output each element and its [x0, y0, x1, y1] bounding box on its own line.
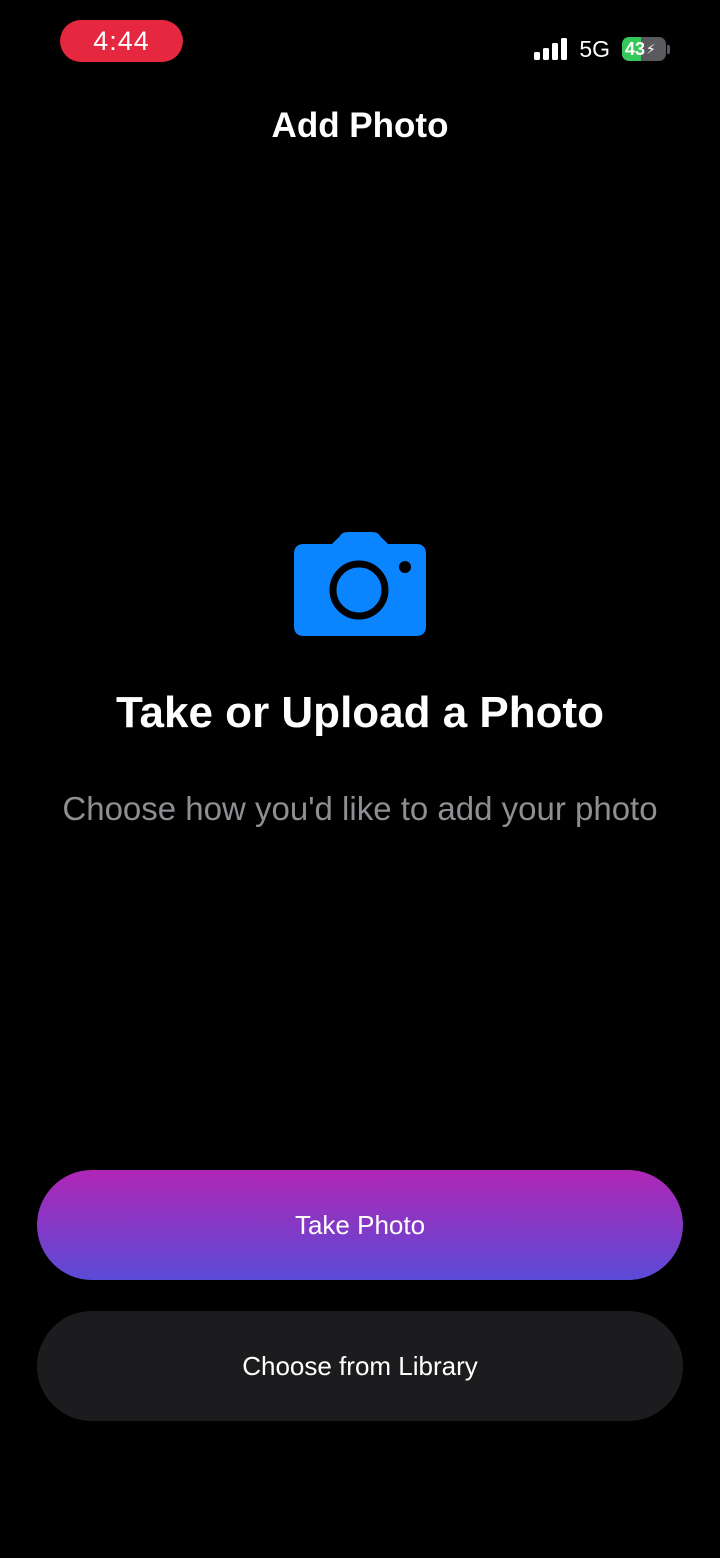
battery-cap — [667, 44, 670, 54]
take-photo-button[interactable]: Take Photo — [37, 1170, 683, 1280]
network-type: 5G — [579, 35, 610, 62]
choose-from-library-label: Choose from Library — [242, 1350, 478, 1381]
take-photo-label: Take Photo — [294, 1209, 426, 1240]
status-indicators: 5G 43 ⚡ — [534, 34, 670, 64]
status-time: 4:44 — [60, 20, 183, 62]
status-bar: 4:44 5G 43 ⚡ — [0, 0, 720, 90]
cellular-signal-icon — [534, 38, 568, 60]
camera-icon — [294, 532, 426, 636]
battery-icon: 43 ⚡ — [622, 37, 666, 61]
charging-bolt-icon: ⚡ — [646, 40, 656, 57]
battery-level: 43 — [625, 38, 646, 59]
page-title: Add Photo — [271, 106, 449, 145]
choose-from-library-button[interactable]: Choose from Library — [37, 1311, 683, 1421]
subtitle: Choose how you'd like to add your photo — [62, 790, 658, 827]
headline: Take or Upload a Photo — [115, 688, 605, 737]
status-time-label: 4:44 — [93, 25, 150, 56]
